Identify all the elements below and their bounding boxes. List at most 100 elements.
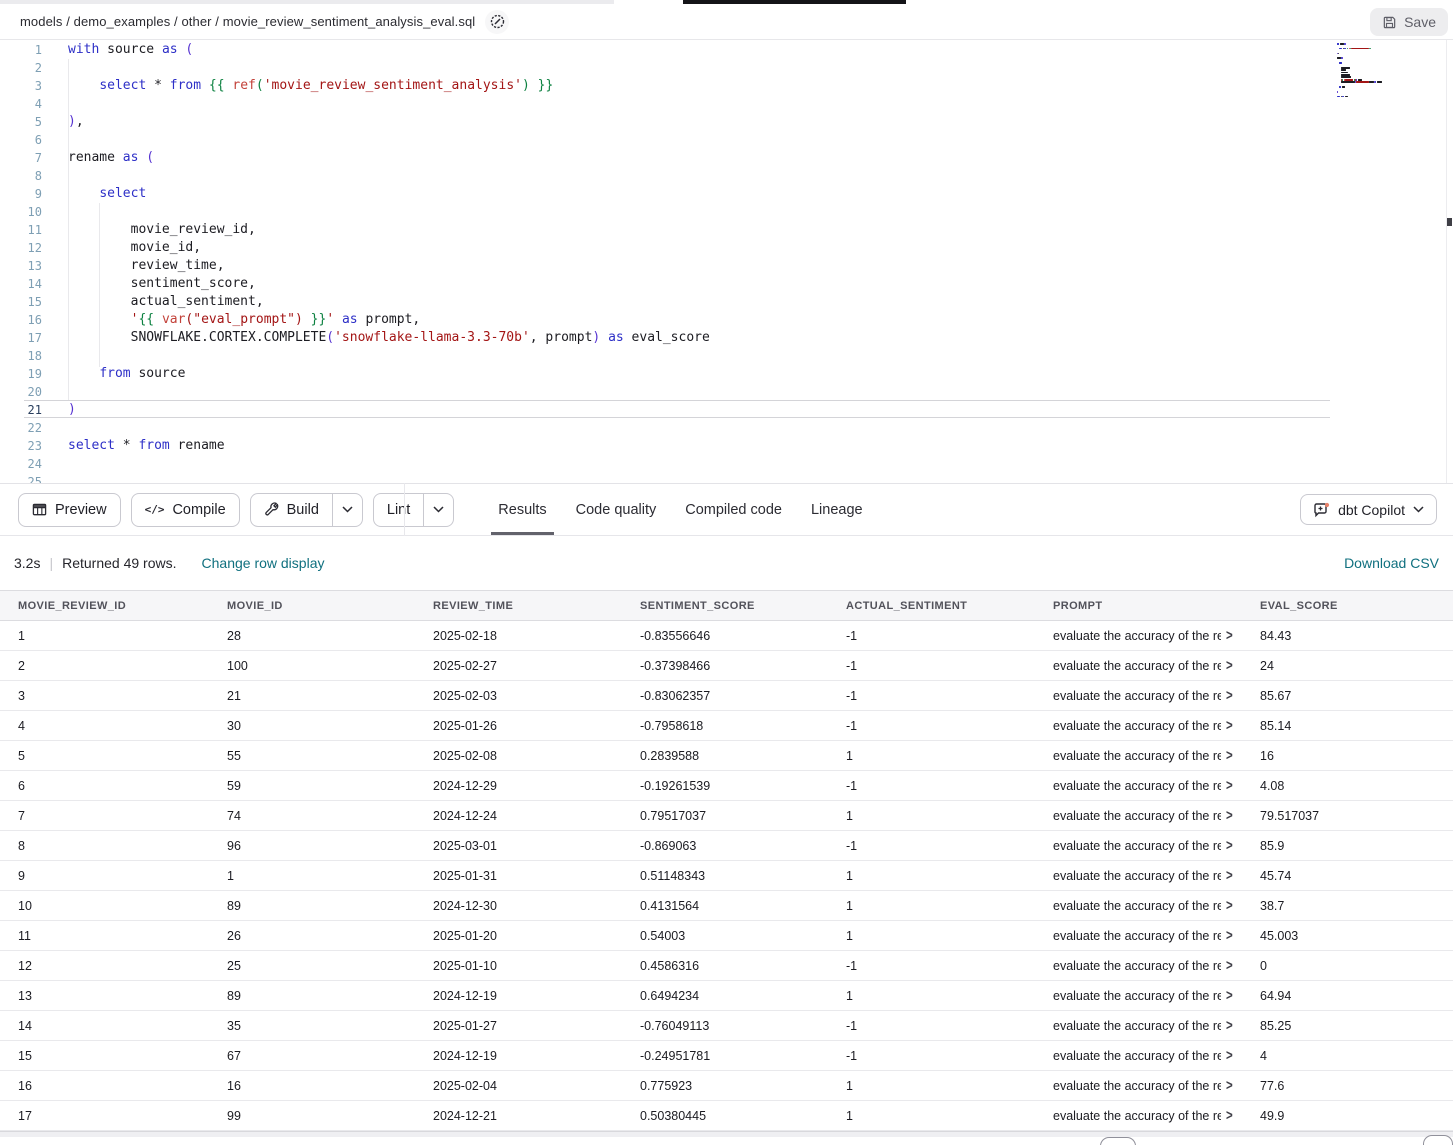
table-cell: 2025-01-27 [415,1011,622,1041]
code-line[interactable]: from source [68,365,1323,383]
code-line[interactable] [68,131,1323,149]
table-cell: -1 [828,711,1035,741]
expand-prompt-icon[interactable]: > [1226,778,1233,793]
table-cell: 99 [209,1101,415,1131]
expand-prompt-icon[interactable]: > [1226,658,1233,673]
partial-button[interactable] [1100,1137,1136,1145]
code-line[interactable]: select * from {{ ref('movie_review_senti… [68,77,1323,95]
table-row[interactable]: 912025-01-310.511483431evaluate the accu… [0,861,1453,891]
code-line[interactable] [68,473,1323,483]
compile-button[interactable]: </> Compile [131,493,240,527]
code-line[interactable]: select * from rename [68,437,1323,455]
expand-prompt-icon[interactable]: > [1226,958,1233,973]
table-row[interactable]: 15672024-12-19-0.24951781-1evaluate the … [0,1041,1453,1071]
code-line[interactable]: movie_review_id, [68,221,1323,239]
table-row[interactable]: 16162025-02-040.7759231evaluate the accu… [0,1071,1453,1101]
code-line[interactable] [68,455,1323,473]
table-cell: 74 [209,801,415,831]
expand-prompt-icon[interactable]: > [1226,628,1233,643]
code-line[interactable]: movie_id, [68,239,1323,257]
lint-dropdown-button[interactable] [423,494,453,526]
build-dropdown-button[interactable] [332,494,362,526]
prompt-preview: evaluate the accuracy of the res... [1053,809,1221,823]
expand-prompt-icon[interactable]: > [1226,718,1233,733]
table-row[interactable]: 5552025-02-080.28395881evaluate the accu… [0,741,1453,771]
code-line[interactable]: '{{ var("eval_prompt") }}' as prompt, [68,311,1323,329]
expand-prompt-icon[interactable]: > [1226,1108,1233,1123]
table-row[interactable]: 21002025-02-27-0.37398466-1evaluate the … [0,651,1453,681]
code-line[interactable] [68,95,1323,113]
column-header: MOVIE_ID [209,591,415,621]
prompt-preview: evaluate the accuracy of the res... [1053,1049,1221,1063]
partial-button[interactable] [1423,1135,1453,1145]
table-cell: -1 [828,681,1035,711]
eval-score-cell: 64.94 [1242,981,1453,1011]
table-row[interactable]: 8962025-03-01-0.869063-1evaluate the acc… [0,831,1453,861]
code-line[interactable]: review_time, [68,257,1323,275]
prompt-cell: evaluate the accuracy of the res...> [1035,1101,1242,1131]
code-line[interactable] [68,419,1323,437]
expand-prompt-icon[interactable]: > [1226,748,1233,763]
table-row[interactable]: 10892024-12-300.41315641evaluate the acc… [0,891,1453,921]
code-line[interactable] [68,167,1323,185]
editor-scrollbar[interactable] [1446,40,1453,483]
table-row[interactable]: 1282025-02-18-0.83556646-1evaluate the a… [0,621,1453,651]
code-line[interactable] [68,59,1323,77]
download-csv-link[interactable]: Download CSV [1344,555,1439,571]
table-row[interactable]: 4302025-01-26-0.7958618-1evaluate the ac… [0,711,1453,741]
code-line[interactable]: ) [68,401,1323,419]
minimap[interactable] [1337,43,1449,103]
expand-prompt-icon[interactable]: > [1226,838,1233,853]
expand-prompt-icon[interactable]: > [1226,988,1233,1003]
tab-results[interactable]: Results [491,484,553,535]
tab-compiled-code[interactable]: Compiled code [678,484,789,535]
table-row[interactable]: 17992024-12-210.503804451evaluate the ac… [0,1101,1453,1131]
expand-prompt-icon[interactable]: > [1226,1048,1233,1063]
edit-file-icon[interactable] [485,10,509,34]
save-button[interactable]: Save [1370,8,1448,36]
expand-prompt-icon[interactable]: > [1226,808,1233,823]
code-line[interactable]: with source as ( [68,41,1323,59]
table-row[interactable]: 6592024-12-29-0.19261539-1evaluate the a… [0,771,1453,801]
table-cell: 3 [0,681,209,711]
lint-button[interactable]: Lint [373,493,454,527]
code-line[interactable]: actual_sentiment, [68,293,1323,311]
code-lines[interactable]: with source as ( select * from {{ ref('m… [68,41,1323,483]
tab-lineage[interactable]: Lineage [804,484,870,535]
table-row[interactable]: 11262025-01-200.540031evaluate the accur… [0,921,1453,951]
prompt-cell: evaluate the accuracy of the res...> [1035,1071,1242,1101]
expand-prompt-icon[interactable]: > [1226,928,1233,943]
expand-prompt-icon[interactable]: > [1226,1078,1233,1093]
expand-prompt-icon[interactable]: > [1226,1018,1233,1033]
build-button[interactable]: Build [250,493,363,527]
prompt-cell: evaluate the accuracy of the res... > [1035,801,1242,831]
code-line[interactable] [68,347,1323,365]
table-row[interactable]: 13892024-12-190.64942341evaluate the acc… [0,981,1453,1011]
code-line[interactable]: SNOWFLAKE.CORTEX.COMPLETE('snowflake-lla… [68,329,1323,347]
code-line[interactable]: rename as ( [68,149,1323,167]
code-line[interactable] [68,203,1323,221]
code-line[interactable]: sentiment_score, [68,275,1323,293]
change-row-display-link[interactable]: Change row display [202,555,325,571]
sql-editor[interactable]: 1234567891011121314151617181920212223242… [0,40,1453,483]
code-line[interactable] [68,383,1323,401]
table-row[interactable]: 12252025-01-100.4586316-1evaluate the ac… [0,951,1453,981]
table-row[interactable]: 14352025-01-27-0.76049113-1evaluate the … [0,1011,1453,1041]
line-number: 9 [0,185,44,203]
dbt-copilot-button[interactable]: dbt Copilot [1300,494,1437,525]
scrollbar-thumb[interactable] [1447,218,1452,226]
expand-prompt-icon[interactable]: > [1226,898,1233,913]
table-header-row: MOVIE_REVIEW_IDMOVIE_IDREVIEW_TIMESENTIM… [0,591,1453,621]
tab-code-quality[interactable]: Code quality [569,484,664,535]
eval-score-cell: 84.43 [1242,621,1453,651]
preview-button[interactable]: Preview [18,493,121,527]
table-row[interactable]: 7742024-12-240.795170371evaluate the acc… [0,801,1453,831]
eval-score-cell: 45.74 [1242,861,1453,891]
code-line[interactable]: ), [68,113,1323,131]
expand-prompt-icon[interactable]: > [1226,688,1233,703]
table-cell: -1 [828,831,1035,861]
table-row[interactable]: 3212025-02-03-0.83062357-1evaluate the a… [0,681,1453,711]
partial-green-pill[interactable] [1293,1135,1361,1145]
code-line[interactable]: select [68,185,1323,203]
expand-prompt-icon[interactable]: > [1226,868,1233,883]
